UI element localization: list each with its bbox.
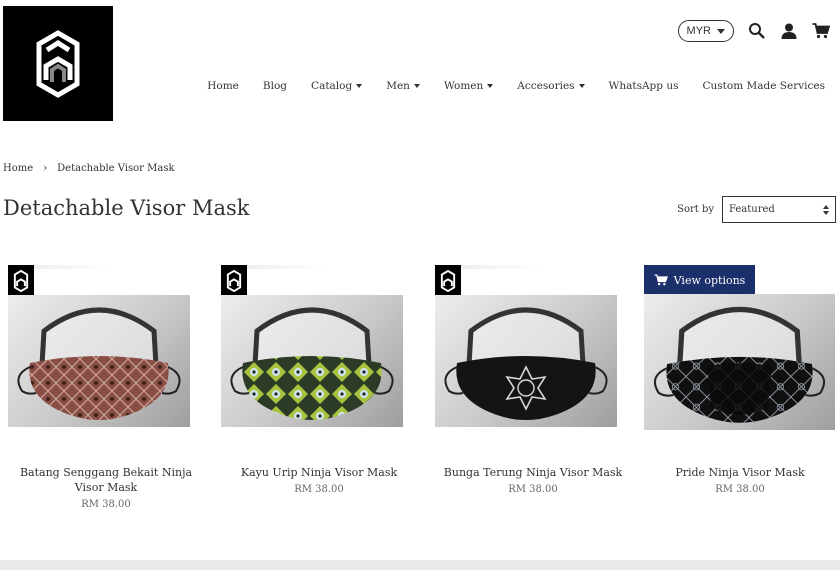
currency-value: MYR <box>686 25 711 37</box>
select-arrows-icon <box>823 204 829 215</box>
chevron-down-icon <box>356 84 363 88</box>
breadcrumb-current: Detachable Visor Mask <box>57 163 175 174</box>
nav-label: Custom Made Services <box>702 80 825 92</box>
brand-badge <box>221 265 247 297</box>
visor-mask-image <box>17 307 181 420</box>
product-title[interactable]: Bunga Terung Ninja Visor Mask RM 38.00 <box>435 465 631 497</box>
header-actions: MYR <box>677 20 831 42</box>
nav-item-home[interactable]: Home <box>195 80 251 92</box>
nav-label: Women <box>443 80 484 92</box>
product-image[interactable] <box>435 295 617 427</box>
page-title: Detachable Visor Mask <box>3 196 250 220</box>
logo-mark-icon <box>440 270 456 292</box>
product-title-text: Batang Senggang Bekait Ninja Visor Mask <box>19 466 193 494</box>
product-price: RM 38.00 <box>81 499 131 510</box>
nav-label: Home <box>207 80 239 92</box>
brand-badge <box>435 265 461 297</box>
nav-label: Accesories <box>517 80 575 92</box>
badge-fade <box>34 265 114 269</box>
store-logo[interactable] <box>3 6 113 121</box>
product-title-text: Pride Ninja Visor Mask <box>675 466 805 479</box>
breadcrumb: Home › Detachable Visor Mask <box>3 163 175 174</box>
product-price: RM 38.00 <box>508 484 558 495</box>
product-image[interactable] <box>644 294 835 430</box>
product-title[interactable]: Batang Senggang Bekait Ninja Visor Mask … <box>8 465 204 512</box>
nav-item-women[interactable]: Women <box>432 80 505 92</box>
badge-fade <box>461 265 541 269</box>
logo-mark-icon <box>226 270 242 292</box>
product-price: RM 38.00 <box>715 484 765 495</box>
view-options-label: View options <box>673 273 746 287</box>
view-options-button[interactable]: View options <box>644 265 755 295</box>
nav-item-whatsapp[interactable]: WhatsApp us <box>597 80 691 92</box>
product-price: RM 38.00 <box>294 484 344 495</box>
nav-label: WhatsApp us <box>608 80 679 92</box>
product-title-text: Bunga Terung Ninja Visor Mask <box>443 466 623 479</box>
sort-select[interactable]: Featured <box>722 196 836 223</box>
cart-icon <box>654 274 668 286</box>
search-icon[interactable] <box>748 22 766 40</box>
nav-label: Catalog <box>311 80 353 92</box>
product-image[interactable] <box>221 295 403 427</box>
logo-mark-icon <box>36 29 80 98</box>
nav-item-accesories[interactable]: Accesories <box>505 80 596 92</box>
product-title[interactable]: Kayu Urip Ninja Visor Mask RM 38.00 <box>221 465 417 497</box>
product-title[interactable]: Pride Ninja Visor Mask RM 38.00 <box>642 465 838 497</box>
cart-icon[interactable] <box>812 22 831 40</box>
nav-item-catalog[interactable]: Catalog <box>299 80 374 92</box>
visor-mask-image <box>653 306 826 423</box>
footer-divider <box>0 560 840 570</box>
sort-value: Featured <box>729 204 775 215</box>
breadcrumb-separator: › <box>43 163 48 174</box>
main-nav: Home Blog Catalog Men Women Accesories W… <box>195 80 825 92</box>
logo-mark-icon <box>13 270 29 292</box>
nav-item-blog[interactable]: Blog <box>251 80 299 92</box>
visor-mask-image <box>444 307 608 420</box>
sort-label: Sort by <box>677 204 714 215</box>
nav-label: Blog <box>262 80 288 92</box>
product-image[interactable] <box>8 295 190 427</box>
chevron-down-icon <box>413 84 420 88</box>
breadcrumb-home-link[interactable]: Home <box>3 163 33 174</box>
nav-item-custom-made[interactable]: Custom Made Services <box>690 80 825 92</box>
chevron-down-icon <box>717 28 725 34</box>
account-icon[interactable] <box>780 22 798 40</box>
chevron-down-icon <box>487 84 494 88</box>
brand-badge <box>8 265 34 297</box>
nav-item-men[interactable]: Men <box>374 80 432 92</box>
badge-fade <box>247 265 327 269</box>
product-title-text: Kayu Urip Ninja Visor Mask <box>240 466 398 479</box>
chevron-down-icon <box>578 84 585 88</box>
visor-mask-image <box>230 307 394 420</box>
currency-selector[interactable]: MYR <box>677 20 734 42</box>
sort-control: Sort by Featured <box>677 196 836 223</box>
nav-label: Men <box>386 80 410 92</box>
product-grid: Batang Senggang Bekait Ninja Visor Mask … <box>0 265 840 525</box>
